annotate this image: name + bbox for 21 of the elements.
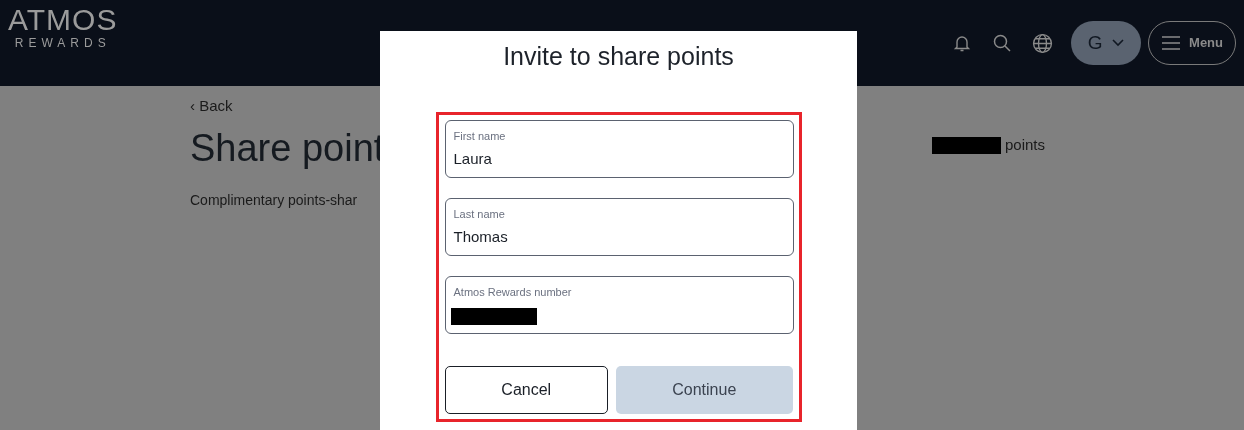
- page-title: Share point: [190, 126, 385, 170]
- dialog-title: Invite to share points: [503, 41, 734, 71]
- field-value: Laura: [453, 149, 493, 169]
- points-label: points: [1005, 135, 1046, 156]
- cancel-button[interactable]: Cancel: [444, 366, 608, 414]
- back-link[interactable]: ‹ Back: [190, 96, 233, 116]
- text-field[interactable]: First name Laura: [444, 120, 794, 178]
- text-field[interactable]: Last name Thomas: [444, 198, 794, 256]
- intro-text: Complimentary points-shar: [190, 191, 358, 210]
- menu-icon: [1161, 36, 1182, 50]
- field-label: First name: [453, 129, 507, 143]
- logo-wordmark: ATMOS: [8, 5, 118, 35]
- field-label: Atmos Rewards number: [453, 285, 573, 299]
- redaction-block: [932, 137, 1001, 154]
- field-value: Thomas: [453, 227, 509, 247]
- logo-subtitle: REWARDS: [14, 35, 111, 51]
- globe-icon[interactable]: [1032, 32, 1054, 54]
- chevron-down-icon: [1112, 39, 1125, 47]
- text-field[interactable]: Atmos Rewards number: [444, 276, 794, 334]
- search-icon[interactable]: [992, 33, 1013, 53]
- field-label: Last name: [453, 207, 506, 221]
